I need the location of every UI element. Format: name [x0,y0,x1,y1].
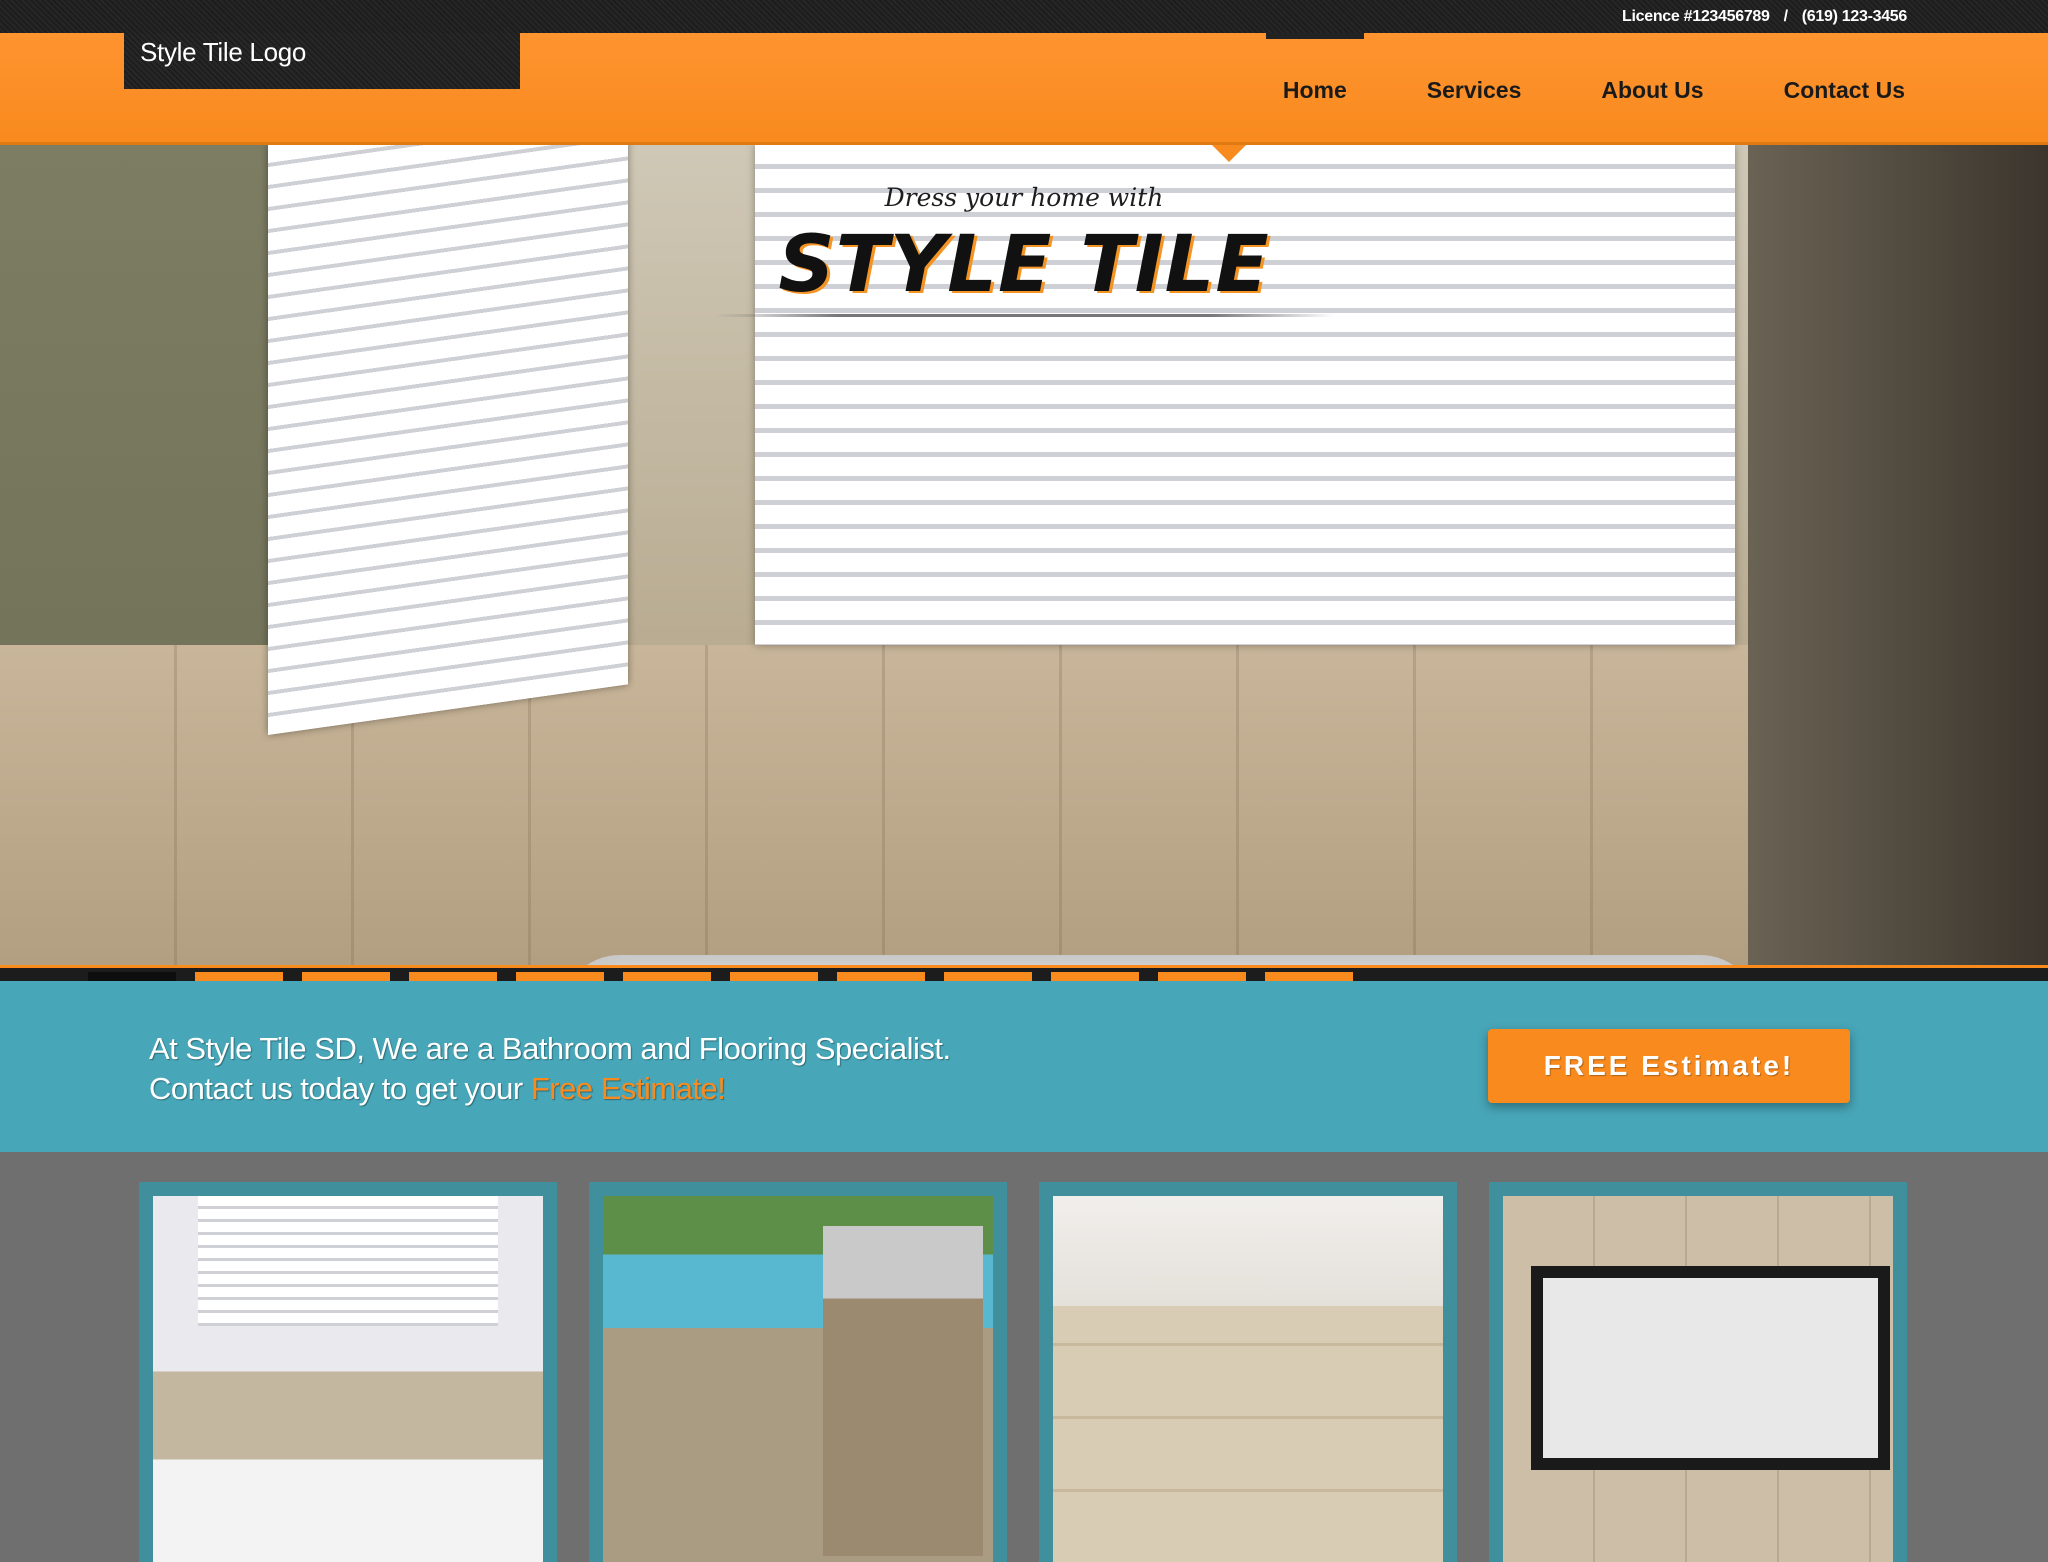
outdoor-kitchen-thumbnail[interactable] [603,1196,993,1562]
top-info-bar: Licence #123456789 / (619) 123-3456 [0,0,2048,33]
hero-big-text: STYLE TILE [778,220,1270,310]
contact-info: Licence #123456789 / (619) 123-3456 [1622,8,1907,26]
main-nav: Home Services About Us Contact Us [1265,33,1905,104]
nav-home[interactable]: Home [1265,33,1364,104]
cta-message: At Style Tile SD, We are a Bathroom and … [149,1029,951,1109]
site-logo[interactable]: Style Tile Logo [124,33,520,89]
cta-line-2: Contact us today to get your Free Estima… [149,1069,951,1109]
nav-services[interactable]: Services [1427,77,1522,104]
free-estimate-button[interactable]: FREE Estimate! [1488,1029,1850,1103]
nav-about-us[interactable]: About Us [1601,77,1703,104]
fireplace-thumbnail[interactable] [1503,1196,1893,1562]
licence-number: Licence #123456789 [1622,8,1770,25]
bathroom-thumbnail[interactable] [153,1196,543,1562]
gallery-card-bathroom[interactable] [139,1182,557,1562]
gallery-card-fireplace[interactable] [1489,1182,1907,1562]
gallery-card-floor[interactable] [1039,1182,1457,1562]
gallery-card-outdoor[interactable] [589,1182,1007,1562]
hero-divider [714,314,1334,317]
hero-small-text: Dress your home with [884,183,1164,212]
service-gallery [139,1182,1907,1562]
active-nav-caret-icon [1212,145,1246,162]
hero-image-bathtub [560,955,1760,965]
cta-line-1: At Style Tile SD, We are a Bathroom and … [149,1031,951,1066]
tile-floor-thumbnail[interactable] [1053,1196,1443,1562]
info-separator: / [1783,8,1788,25]
cta-highlight[interactable]: Free Estimate! [531,1071,726,1106]
nav-contact-us[interactable]: Contact Us [1784,77,1905,104]
cta-line-2-text: Contact us today to get your [149,1071,531,1106]
hero-tagline: Dress your home with STYLE TILE [0,183,2048,317]
cta-banner: At Style Tile SD, We are a Bathroom and … [0,981,2048,1152]
hero-slider: Dress your home with STYLE TILE [0,145,2048,965]
phone-number[interactable]: (619) 123-3456 [1802,8,1908,25]
site-header: Style Tile Logo Home Services About Us C… [0,33,2048,145]
